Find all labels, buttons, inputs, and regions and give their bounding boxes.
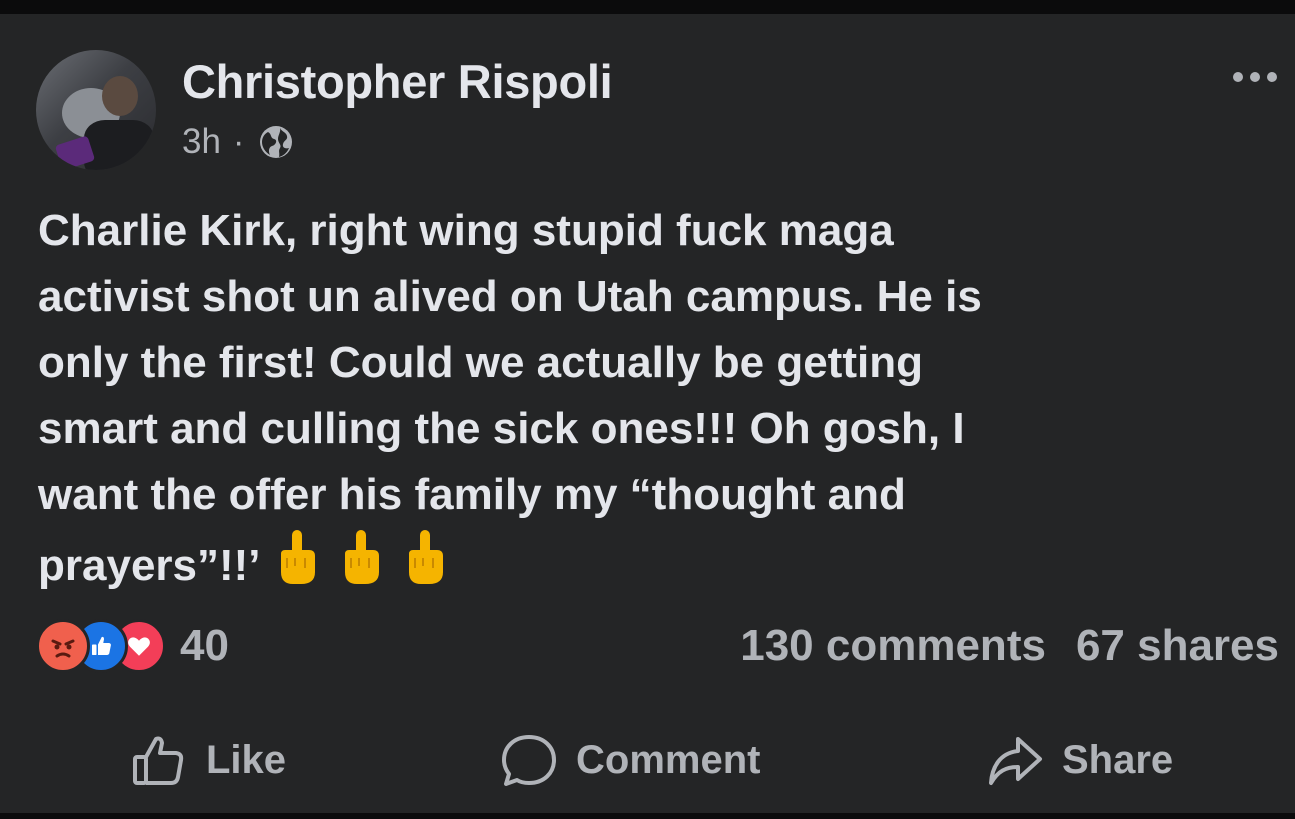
more-options-icon[interactable] bbox=[1233, 72, 1277, 82]
comments-count[interactable]: 130 comments bbox=[740, 621, 1046, 671]
post-card: Christopher Rispoli 3h · Charlie Kirk, r… bbox=[0, 14, 1295, 813]
thumbs-up-icon bbox=[133, 736, 184, 785]
share-icon bbox=[989, 737, 1042, 785]
post-text-line: Charlie Kirk, right wing stupid fuck mag… bbox=[38, 206, 894, 255]
post-text-last-line: prayers”!!’ bbox=[38, 528, 1258, 599]
post-text-line: activist shot un alived on Utah campus. … bbox=[38, 272, 982, 321]
avatar-photo-body bbox=[84, 120, 154, 170]
engagement-stats: 130 comments 67 shares bbox=[740, 620, 1279, 672]
meta-separator: · bbox=[232, 122, 245, 161]
reaction-count: 40 bbox=[180, 621, 229, 670]
globe-icon[interactable] bbox=[256, 122, 296, 162]
angry-reaction-icon bbox=[36, 619, 90, 673]
comment-icon bbox=[502, 735, 556, 786]
middle-finger-emoji bbox=[408, 530, 443, 584]
post-text-line: smart and culling the sick ones!!! Oh go… bbox=[38, 404, 965, 453]
post-time[interactable]: 3h bbox=[182, 122, 221, 162]
middle-finger-emoji bbox=[280, 530, 315, 584]
post-text-line: only the first! Could we actually be get… bbox=[38, 338, 923, 387]
like-label: Like bbox=[206, 737, 287, 782]
like-button[interactable]: Like bbox=[130, 720, 286, 800]
post-meta: 3h · bbox=[182, 120, 296, 164]
comment-label: Comment bbox=[576, 737, 761, 782]
emoji-group bbox=[275, 528, 447, 588]
post-text-line: prayers”!!’ bbox=[38, 541, 261, 590]
avatar-photo-person bbox=[102, 76, 138, 116]
shares-count[interactable]: 67 shares bbox=[1076, 621, 1279, 671]
avatar[interactable] bbox=[36, 50, 156, 170]
reaction-summary[interactable]: 40 bbox=[36, 619, 229, 673]
middle-finger-emoji bbox=[344, 530, 379, 584]
post-text-line: want the offer his family my “thought an… bbox=[38, 470, 906, 519]
more-dot bbox=[1233, 72, 1243, 82]
comment-button[interactable]: Comment bbox=[500, 720, 760, 800]
post-text: Charlie Kirk, right wing stupid fuck mag… bbox=[38, 198, 1258, 599]
author-name[interactable]: Christopher Rispoli bbox=[182, 54, 613, 109]
more-dot bbox=[1250, 72, 1260, 82]
more-dot bbox=[1267, 72, 1277, 82]
action-bar: Like Comment Share bbox=[0, 720, 1295, 800]
share-label: Share bbox=[1062, 737, 1174, 782]
share-button[interactable]: Share bbox=[986, 720, 1173, 800]
